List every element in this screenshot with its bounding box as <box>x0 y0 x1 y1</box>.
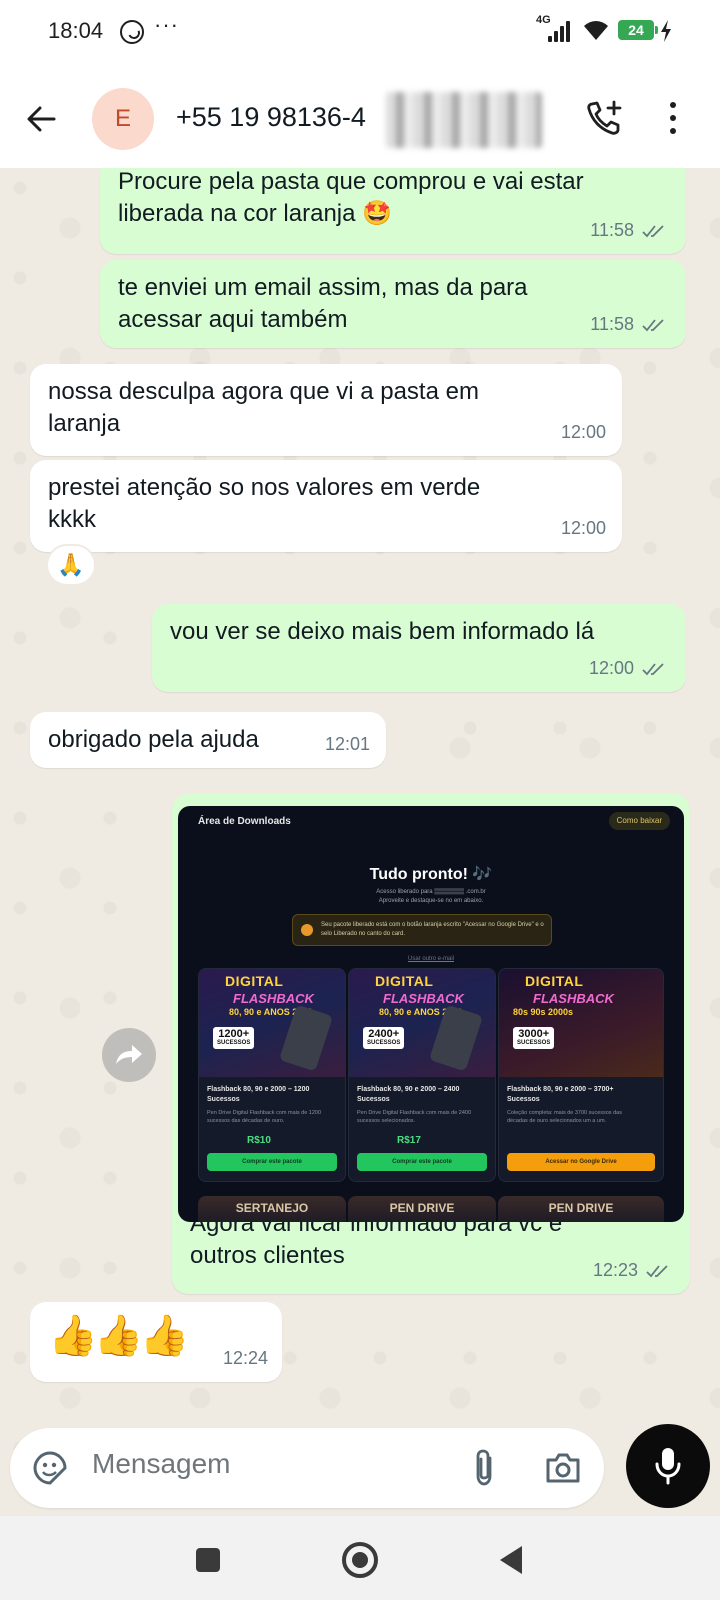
product-name: Flashback 80, 90 e 2000 – 3700+ Sucessos <box>507 1086 614 1103</box>
voice-message-button[interactable] <box>626 1424 710 1508</box>
message-bubble-outgoing[interactable]: vou ver se deixo mais bem informado lá 1… <box>152 604 686 692</box>
product-card-art: DIGITAL FLASHBACK 80, 90 e ANOS 2000 120… <box>199 969 345 1077</box>
whatsapp-notification-icon <box>120 20 144 44</box>
message-bubble-incoming[interactable]: obrigado pela ajuda 12:01 <box>30 712 386 768</box>
status-time: 18:04 <box>48 18 104 43</box>
product-card: DIGITAL FLASHBACK 80, 90 e ANOS 2000 240… <box>348 968 496 1182</box>
microphone-icon <box>655 1448 681 1485</box>
product-price: R$10 <box>247 1135 271 1146</box>
buy-package-button: Comprar este pacote <box>357 1153 487 1171</box>
message-input-bar[interactable]: Mensagem <box>10 1428 604 1508</box>
read-ticks-icon <box>642 663 664 676</box>
sticker-icon[interactable] <box>32 1450 68 1486</box>
product-name: Flashback 80, 90 e 2000 – 2400 Sucessos <box>357 1086 460 1103</box>
message-time: 12:00 <box>589 652 666 684</box>
product-card: DIGITAL FLASHBACK 80s 90s 2000s 3000+ SUC… <box>498 968 664 1182</box>
message-reaction[interactable]: 🙏 <box>46 544 96 586</box>
message-bubble-incoming[interactable]: 👍👍👍 12:24 <box>30 1302 282 1382</box>
contact-name[interactable]: +55 19 98136-4 <box>176 102 366 133</box>
image-header-button: Como baixar <box>608 812 670 830</box>
image-notice: Seu pacote liberado está com o botão lar… <box>292 914 552 946</box>
add-call-icon[interactable] <box>584 98 624 138</box>
product-card-art: DIGITAL FLASHBACK 80, 90 e ANOS 2000 240… <box>349 969 495 1077</box>
attach-icon[interactable] <box>470 1448 498 1488</box>
read-ticks-icon <box>642 319 664 332</box>
recent-apps-icon[interactable] <box>196 1548 220 1572</box>
message-time: 11:58 <box>590 214 666 246</box>
home-icon[interactable] <box>342 1542 378 1578</box>
chat-area[interactable]: Procure pela pasta que comprou e vai est… <box>0 168 720 1516</box>
chat-header: E +55 19 98136-4 <box>0 68 720 168</box>
charging-icon <box>661 20 671 42</box>
status-bar: 18:04 ··· 4G 24 <box>0 0 720 68</box>
message-time: 12:24 <box>222 1348 268 1368</box>
product-description: Pen Drive Digital Flashback com mais de … <box>357 1110 472 1124</box>
next-card-preview: SERTANEJO <box>198 1196 346 1222</box>
message-bubble-outgoing[interactable]: Procure pela pasta que comprou e vai est… <box>100 168 686 254</box>
message-bubble-incoming[interactable]: prestei atenção so nos valores em verde k… <box>30 460 622 552</box>
message-text: 👍👍👍 <box>48 1314 189 1358</box>
product-name: Flashback 80, 90 e 2000 – 1200 Sucessos <box>207 1086 310 1103</box>
forward-icon <box>116 1045 142 1064</box>
message-text: nossa desculpa agora que vi a pasta em la… <box>48 378 479 437</box>
product-price: R$17 <box>397 1135 421 1146</box>
image-title: Tudo pronto! 🎶 <box>369 866 493 883</box>
system-navigation-bar <box>0 1516 720 1600</box>
product-card-art: DIGITAL FLASHBACK 80s 90s 2000s 3000+ SUC… <box>499 969 663 1077</box>
message-time: 12:00 <box>560 518 606 538</box>
camera-icon[interactable] <box>544 1450 582 1486</box>
image-subtitle: Acesso liberado para ▒▒▒▒▒▒▒ .com.br Apr… <box>376 889 486 904</box>
image-link: Usar outro e-mail <box>407 956 454 962</box>
product-description: Pen Drive Digital Flashback com mais de … <box>207 1110 322 1124</box>
system-back-icon[interactable] <box>500 1546 522 1574</box>
more-notifications-icon: ··· <box>154 12 179 37</box>
more-options-icon[interactable] <box>668 100 678 136</box>
message-text: obrigado pela ajuda <box>48 726 259 753</box>
image-notice-text: Seu pacote liberado está com o botão lar… <box>321 922 544 937</box>
message-bubble-incoming[interactable]: nossa desculpa agora que vi a pasta em la… <box>30 364 622 456</box>
back-arrow-icon[interactable] <box>24 102 58 136</box>
message-text: prestei atenção so nos valores em verde k… <box>48 474 481 533</box>
message-time: 12:23 <box>593 1254 670 1286</box>
message-text: vou ver se deixo mais bem informado lá <box>170 618 595 645</box>
shared-screenshot-image[interactable]: Área de Downloads Como baixar Tudo pront… <box>178 806 684 1222</box>
signal-icon <box>548 20 572 42</box>
info-icon <box>301 924 313 936</box>
message-time: 12:00 <box>560 422 606 442</box>
message-bubble-outgoing[interactable]: te enviei um email assim, mas da para ace… <box>100 260 686 348</box>
product-card: DIGITAL FLASHBACK 80, 90 e ANOS 2000 120… <box>198 968 346 1182</box>
redacted-number-blur <box>386 92 542 148</box>
message-text: Procure pela pasta que comprou e vai est… <box>118 168 584 227</box>
message-text: te enviei um email assim, mas da para ace… <box>118 274 528 333</box>
next-card-preview: PEN DRIVE <box>498 1196 664 1222</box>
message-time: 11:58 <box>590 308 666 340</box>
message-input[interactable]: Mensagem <box>92 1448 231 1480</box>
image-header-title: Área de Downloads <box>198 816 291 827</box>
buy-package-button: Comprar este pacote <box>207 1153 337 1171</box>
forward-button[interactable] <box>102 1028 156 1082</box>
read-ticks-icon <box>646 1265 668 1278</box>
google-drive-button: Acessar no Google Drive <box>507 1153 655 1171</box>
next-card-preview: PEN DRIVE <box>348 1196 496 1222</box>
message-time: 12:01 <box>324 734 370 754</box>
product-description: Coleção completa: mais de 3700 sucessos … <box>507 1110 622 1124</box>
avatar[interactable]: E <box>92 88 154 150</box>
read-ticks-icon <box>642 225 664 238</box>
wifi-icon <box>584 21 608 40</box>
battery-level: 24 <box>618 20 658 40</box>
